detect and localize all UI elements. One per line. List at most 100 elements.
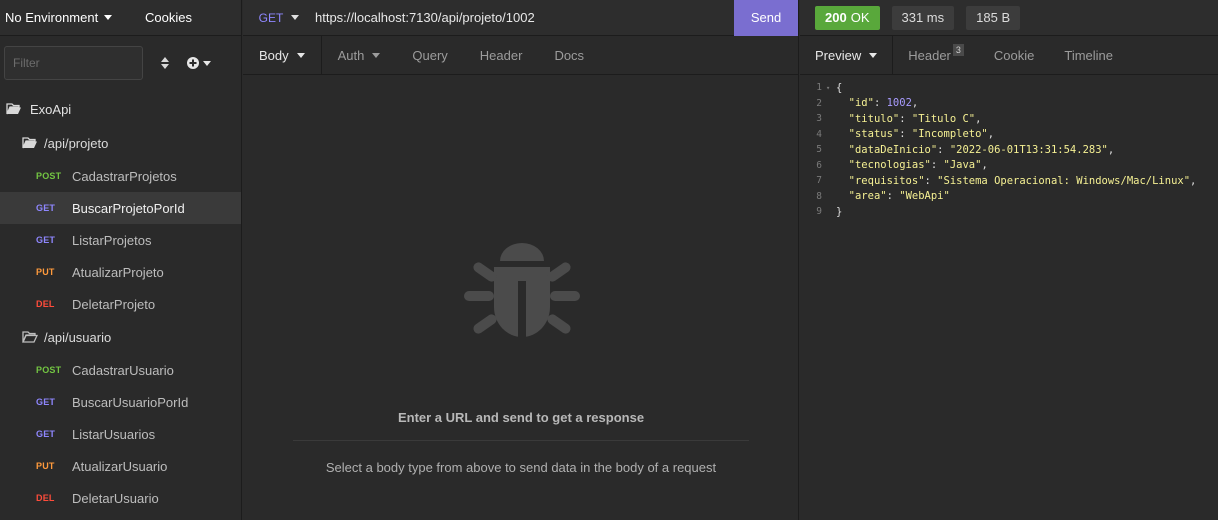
method-label: GET	[258, 10, 284, 25]
fold-arrow-icon[interactable]: ▾	[826, 84, 836, 92]
request-item-listar-usuarios[interactable]: GET ListarUsuarios	[0, 418, 241, 450]
code-text: "requisitos": "Sistema Operacional: Wind…	[848, 174, 1197, 187]
tab-label: Docs	[554, 47, 585, 63]
method-badge: GET	[36, 203, 56, 213]
method-select[interactable]: GET	[243, 11, 315, 25]
filter-input[interactable]	[4, 46, 143, 80]
request-item-atualizar-projeto[interactable]: PUT AtualizarProjeto	[0, 256, 241, 288]
tab-label: Header	[479, 47, 523, 63]
request-item-listar-projetos[interactable]: GET ListarProjetos	[0, 224, 241, 256]
response-time-badge: 331 ms	[891, 5, 955, 30]
sort-icon	[161, 57, 169, 69]
method-badge: GET	[36, 429, 56, 439]
code-text: "dataDeInicio": "2022-06-01T13:31:54.283…	[848, 143, 1115, 156]
line-number: 4	[816, 128, 822, 140]
line-number: 8	[816, 190, 822, 202]
request-label: CadastrarUsuario	[72, 362, 174, 378]
code-line: 9}	[800, 204, 1218, 220]
tab-auth[interactable]: Auth	[322, 36, 397, 74]
tab-label: Preview	[815, 47, 862, 63]
code-text: "id": 1002,	[848, 97, 919, 110]
tab-cookie[interactable]: Cookie	[979, 36, 1049, 74]
tab-body[interactable]: Body	[243, 36, 322, 74]
line-number: 2	[816, 97, 822, 109]
url-input[interactable]	[315, 0, 734, 36]
method-badge: GET	[36, 235, 56, 245]
folder-label: /api/usuario	[44, 329, 112, 345]
response-status-bar: 200 OK 331 ms 185 B	[800, 0, 1218, 36]
code-line: 2 "id": 1002,	[800, 96, 1218, 112]
folder-open-icon	[6, 103, 21, 115]
filter-row	[0, 36, 241, 90]
request-item-cadastrar-usuario[interactable]: POST CadastrarUsuario	[0, 354, 241, 386]
tab-timeline[interactable]: Timeline	[1049, 36, 1128, 74]
response-size-badge: 185 B	[966, 5, 1021, 30]
tab-docs[interactable]: Docs	[538, 36, 600, 74]
environment-label: No Environment	[5, 10, 99, 25]
request-pane: GET Send Body Auth Query Header Docs	[243, 0, 799, 520]
code-text: }	[836, 205, 843, 218]
request-item-buscar-projeto-por-id[interactable]: GET BuscarProjetoPorId	[0, 192, 241, 224]
tab-label: Timeline	[1064, 47, 1114, 63]
response-body-viewer[interactable]: 1 ▾{2 "id": 1002, 3 "titulo": "Titulo C", 4…	[800, 80, 1218, 220]
sort-button[interactable]	[143, 57, 187, 69]
chevron-down-icon	[203, 60, 211, 66]
tab-label: Header	[908, 47, 951, 63]
line-number: 5	[816, 144, 822, 156]
request-label: DeletarProjeto	[72, 296, 156, 312]
request-label: BuscarUsuarioPorId	[72, 394, 189, 410]
code-line: 3 "titulo": "Titulo C",	[800, 111, 1218, 127]
folder-label: /api/projeto	[44, 135, 109, 151]
request-label: CadastrarProjetos	[72, 168, 177, 184]
method-badge: PUT	[36, 267, 55, 277]
empty-state: Enter a URL and send to get a response S…	[243, 76, 799, 520]
status-badge: 200 OK	[815, 5, 880, 30]
tab-label: Query	[412, 47, 448, 63]
tab-header[interactable]: Header	[464, 36, 539, 74]
status-text: OK	[850, 10, 870, 25]
code-text: "status": "Incompleto",	[848, 128, 995, 141]
line-number: 9	[816, 206, 822, 218]
request-item-cadastrar-projetos[interactable]: POST CadastrarProjetos	[0, 160, 241, 192]
line-number: 7	[816, 175, 822, 187]
folder-open-icon	[22, 331, 38, 343]
send-button[interactable]: Send	[734, 0, 798, 36]
tab-preview[interactable]: Preview	[800, 36, 894, 74]
request-label: ListarProjetos	[72, 232, 152, 248]
chevron-down-icon	[372, 52, 381, 58]
code-line: 7 "requisitos": "Sistema Operacional: Wi…	[800, 173, 1218, 189]
request-label: BuscarProjetoPorId	[72, 200, 185, 216]
tab-query[interactable]: Query	[396, 36, 463, 74]
folder-open-icon	[22, 137, 37, 149]
request-item-deletar-usuario[interactable]: DEL DeletarUsuario	[0, 482, 241, 514]
line-number: 3	[816, 113, 822, 125]
code-line: 6 "tecnologias": "Java",	[800, 158, 1218, 174]
method-badge: DEL	[36, 493, 55, 503]
chevron-down-icon	[296, 52, 305, 58]
tab-label: Body	[259, 47, 289, 63]
request-item-atualizar-usuario[interactable]: PUT AtualizarUsuario	[0, 450, 241, 482]
environment-bar: No Environment Cookies	[0, 0, 241, 36]
request-label: DeletarUsuario	[72, 490, 159, 506]
cookies-button[interactable]: Cookies	[145, 10, 192, 25]
header-count-badge: 3	[952, 44, 964, 56]
add-item-button[interactable]	[187, 57, 227, 69]
status-code: 200	[825, 10, 847, 25]
bug-icon	[464, 243, 580, 339]
code-line: 5 "dataDeInicio": "2022-06-01T13:31:54.2…	[800, 142, 1218, 158]
request-item-deletar-projeto[interactable]: DEL DeletarProjeto	[0, 288, 241, 320]
code-text: "area": "WebApi"	[848, 190, 950, 203]
environment-select[interactable]: No Environment	[5, 10, 113, 25]
workspace-folder[interactable]: ExoApi	[0, 92, 241, 126]
empty-state-subtitle: Select a body type from above to send da…	[325, 460, 717, 475]
request-item-buscar-usuario-por-id[interactable]: GET BuscarUsuarioPorId	[0, 386, 241, 418]
folder-api-usuario[interactable]: /api/usuario	[0, 320, 241, 354]
folder-api-projeto[interactable]: /api/projeto	[0, 126, 241, 160]
method-badge: POST	[36, 365, 62, 375]
method-badge: DEL	[36, 299, 55, 309]
tab-response-header[interactable]: Header 3	[893, 36, 979, 74]
chevron-down-icon	[869, 52, 878, 58]
chevron-down-icon	[104, 15, 113, 20]
response-pane: 200 OK 331 ms 185 B Preview Header 3 Coo…	[800, 0, 1218, 520]
tab-label: Cookie	[993, 47, 1035, 63]
